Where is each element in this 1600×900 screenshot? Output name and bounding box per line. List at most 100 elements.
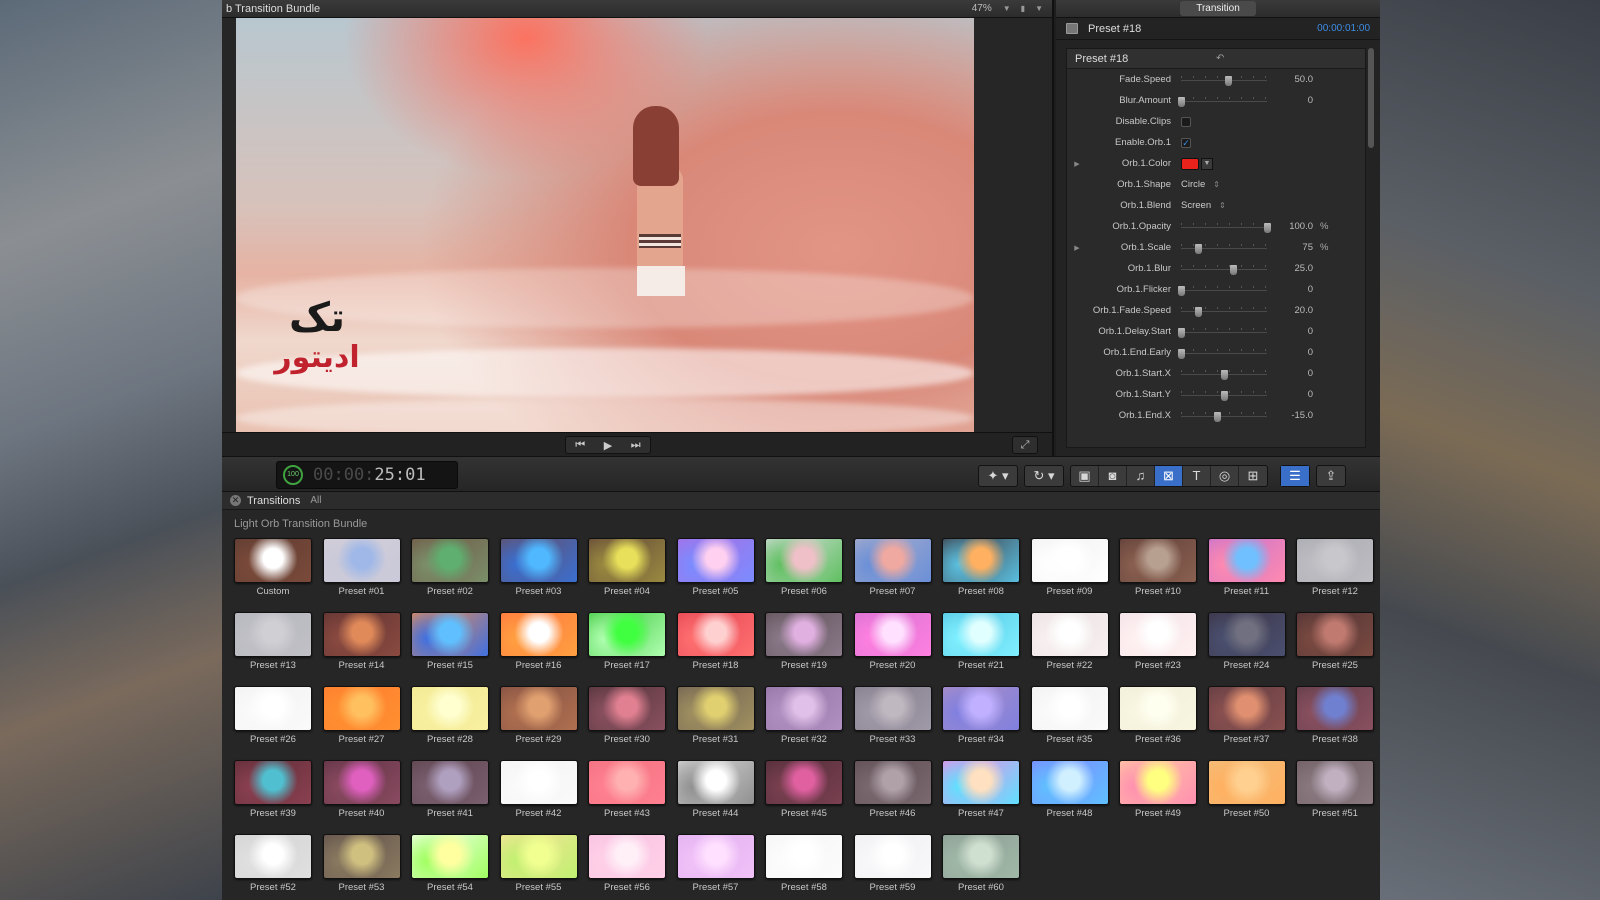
preset-tile[interactable]: Preset #27 — [322, 686, 401, 746]
preset-tile[interactable]: Preset #19 — [765, 612, 843, 672]
preset-tile[interactable]: Preset #55 — [499, 834, 578, 894]
param-slider[interactable] — [1178, 347, 1267, 359]
preset-tile[interactable]: Preset #06 — [765, 538, 843, 598]
preset-thumbnail[interactable] — [1207, 760, 1286, 805]
zoom-chevron-icon[interactable]: ▼ — [1003, 4, 1011, 13]
preset-tile[interactable]: Preset #21 — [942, 612, 1020, 672]
preset-tile[interactable]: Preset #32 — [765, 686, 843, 746]
preset-thumbnail[interactable] — [853, 760, 932, 805]
themes-icon[interactable]: ⊞ — [1239, 466, 1267, 486]
param-slider[interactable] — [1181, 389, 1267, 401]
preset-thumbnail[interactable] — [499, 612, 578, 657]
preset-tile[interactable]: Preset #54 — [411, 834, 489, 894]
preset-thumbnail[interactable] — [588, 834, 666, 879]
preset-tile[interactable]: Preset #43 — [588, 760, 666, 820]
preset-tile[interactable]: Preset #39 — [234, 760, 312, 820]
param-popup[interactable]: Circle ⇕ — [1181, 179, 1220, 190]
preset-tile[interactable]: Preset #07 — [853, 538, 932, 598]
preset-thumbnail[interactable] — [676, 612, 755, 657]
preset-thumbnail[interactable] — [234, 612, 312, 657]
preset-tile[interactable]: Preset #16 — [499, 612, 578, 672]
slider-knob[interactable] — [1225, 75, 1233, 86]
color-well[interactable] — [1181, 157, 1199, 170]
preset-tile[interactable]: Preset #45 — [765, 760, 843, 820]
slider-knob[interactable] — [1178, 348, 1185, 359]
preset-thumbnail[interactable] — [1119, 538, 1197, 583]
preset-tile[interactable]: Preset #17 — [588, 612, 666, 672]
param-slider[interactable] — [1178, 284, 1267, 296]
preset-thumbnail[interactable] — [676, 834, 755, 879]
skip-back-icon[interactable]: ⏮ — [575, 439, 585, 452]
timecode-display[interactable]: 100 00:00: 25:01 — [276, 461, 458, 489]
param-slider[interactable] — [1181, 368, 1267, 380]
preset-tile[interactable]: Preset #29 — [499, 686, 578, 746]
preset-thumbnail[interactable] — [942, 834, 1020, 879]
preset-thumbnail[interactable] — [234, 834, 312, 879]
preset-tile[interactable]: Preset #01 — [322, 538, 401, 598]
tab-transition[interactable]: Transition — [1180, 1, 1256, 16]
preset-thumbnail[interactable] — [1207, 612, 1286, 657]
preset-tile[interactable]: Preset #58 — [765, 834, 843, 894]
preset-tile[interactable]: Preset #44 — [676, 760, 755, 820]
param-slider[interactable] — [1181, 74, 1267, 86]
preset-thumbnail[interactable] — [499, 686, 578, 731]
preset-thumbnail[interactable] — [1296, 760, 1374, 805]
preset-thumbnail[interactable] — [234, 760, 312, 805]
param-value[interactable]: 75 — [1267, 242, 1317, 253]
preset-tile[interactable]: Preset #52 — [234, 834, 312, 894]
preset-tile[interactable]: Preset #60 — [942, 834, 1020, 894]
preset-thumbnail[interactable] — [1207, 538, 1286, 583]
param-value[interactable]: 0 — [1267, 284, 1317, 295]
preset-tile[interactable]: Preset #04 — [588, 538, 666, 598]
param-slider[interactable] — [1178, 95, 1267, 107]
preset-tile[interactable]: Preset #46 — [853, 760, 932, 820]
slider-knob[interactable] — [1178, 327, 1185, 338]
disclosure-triangle-icon[interactable]: ▶ — [1067, 160, 1087, 168]
preset-tile[interactable]: Preset #59 — [853, 834, 932, 894]
preset-tile[interactable]: Preset #22 — [1030, 612, 1109, 672]
camera-icon[interactable]: ◙ — [1099, 466, 1127, 486]
music-icon[interactable]: ♫ — [1127, 466, 1155, 486]
preset-thumbnail[interactable] — [411, 834, 489, 879]
preset-thumbnail[interactable] — [1296, 686, 1374, 731]
preset-thumbnail[interactable] — [676, 760, 755, 805]
slider-knob[interactable] — [1178, 96, 1185, 107]
preset-thumbnail[interactable] — [499, 760, 578, 805]
slider-knob[interactable] — [1214, 411, 1222, 422]
preset-tile[interactable]: Preset #13 — [234, 612, 312, 672]
preset-thumbnail[interactable] — [588, 538, 666, 583]
preset-thumbnail[interactable] — [676, 686, 755, 731]
preset-tile[interactable]: Preset #42 — [499, 760, 578, 820]
preset-thumbnail[interactable] — [322, 760, 401, 805]
preset-thumbnail[interactable] — [588, 686, 666, 731]
preset-tile[interactable]: Preset #02 — [411, 538, 489, 598]
slider-knob[interactable] — [1195, 243, 1203, 254]
preset-tile[interactable]: Preset #15 — [411, 612, 489, 672]
preset-tile[interactable]: Preset #36 — [1119, 686, 1197, 746]
reset-icon[interactable]: ↶ — [1216, 53, 1357, 64]
preset-thumbnail[interactable] — [322, 686, 401, 731]
preset-tile[interactable]: Preset #26 — [234, 686, 312, 746]
preset-tile[interactable]: Preset #48 — [1030, 760, 1109, 820]
param-slider[interactable] — [1181, 242, 1267, 254]
preset-thumbnail[interactable] — [853, 834, 932, 879]
preset-thumbnail[interactable] — [1030, 538, 1109, 583]
preset-tile[interactable]: Preset #28 — [411, 686, 489, 746]
preset-thumbnail[interactable] — [676, 538, 755, 583]
preset-thumbnail[interactable] — [942, 538, 1020, 583]
preset-tile[interactable]: Preset #12 — [1296, 538, 1374, 598]
slider-knob[interactable] — [1221, 390, 1228, 401]
zoom-dropdown[interactable]: 47% — [972, 3, 992, 14]
inspector-scrollbar[interactable] — [1368, 48, 1374, 148]
color-dropdown-icon[interactable]: ▼ — [1201, 157, 1213, 170]
preset-thumbnail[interactable] — [499, 538, 578, 583]
slider-knob[interactable] — [1229, 264, 1237, 275]
param-slider[interactable] — [1181, 305, 1267, 317]
preset-thumbnail[interactable] — [765, 760, 843, 805]
inspector-toggle-icon[interactable]: ☰ — [1281, 466, 1309, 486]
preset-thumbnail[interactable] — [1296, 538, 1374, 583]
preset-thumbnail[interactable] — [411, 612, 489, 657]
preset-tile[interactable]: Preset #14 — [322, 612, 401, 672]
play-icon[interactable]: ▶ — [604, 439, 612, 452]
param-value[interactable]: 50.0 — [1267, 74, 1317, 85]
